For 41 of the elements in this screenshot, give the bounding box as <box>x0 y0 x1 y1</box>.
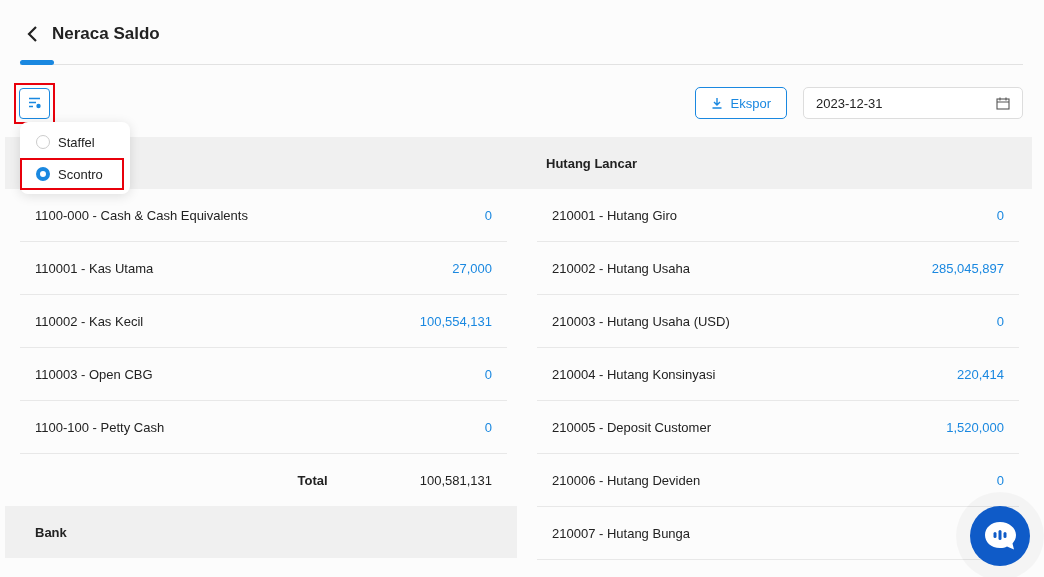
amount-link[interactable]: 220,414 <box>957 366 1004 382</box>
amount-link[interactable]: 1,520,000 <box>946 419 1004 435</box>
amount-link[interactable]: 0 <box>484 207 492 223</box>
section-title: Hutang Lancar <box>546 155 637 171</box>
account-name: 110001 - Kas Utama <box>35 260 154 276</box>
account-name: 110002 - Kas Kecil <box>35 313 144 329</box>
account-name: 210002 - Hutang Usaha <box>552 260 691 276</box>
amount-link[interactable]: 100,554,131 <box>419 313 492 329</box>
radio-button[interactable] <box>36 167 50 181</box>
account-name: 210004 - Hutang Konsinyasi <box>552 366 716 382</box>
amount-link[interactable]: 285,045,897 <box>931 260 1004 276</box>
account-name: 210007 - Hutang Bunga <box>552 525 691 541</box>
date-field[interactable]: 2023-12-31 <box>803 87 1023 119</box>
filter-settings-button[interactable] <box>19 87 50 119</box>
account-name: 110003 - Open CBG <box>35 366 153 382</box>
filter-settings-icon <box>27 97 42 109</box>
account-name: 210005 - Deposit Customer <box>552 419 711 435</box>
view-option[interactable]: Scontro <box>22 160 122 188</box>
amount-link[interactable]: 27,000 <box>452 260 492 276</box>
amount-link[interactable]: 0 <box>484 419 492 435</box>
view-option[interactable]: Staffel <box>22 128 122 156</box>
amount-link[interactable]: 0 <box>484 366 492 382</box>
export-button[interactable]: Ekspor <box>694 87 787 119</box>
chat-icon <box>983 520 1017 552</box>
amount-link[interactable]: 0 <box>996 207 1004 223</box>
amount-link[interactable]: 0 <box>996 313 1004 329</box>
calendar-icon <box>996 96 1010 110</box>
account-name: 210001 - Hutang Giro <box>552 207 678 223</box>
download-icon <box>710 97 723 109</box>
account-name: 210003 - Hutang Usaha (USD) <box>552 313 730 329</box>
chat-button[interactable] <box>970 506 1030 566</box>
amount-link[interactable]: 0 <box>996 472 1004 488</box>
total-label: Total <box>297 472 328 488</box>
radio-button[interactable] <box>36 135 50 149</box>
back-icon[interactable] <box>26 25 38 43</box>
total-amount: 100,581,131 <box>419 472 492 488</box>
section-title: Bank <box>35 524 67 540</box>
account-name: 1100-100 - Petty Cash <box>35 419 165 435</box>
account-name: 1100-000 - Cash & Cash Equivalents <box>35 207 248 223</box>
page-title: Neraca Saldo <box>52 24 160 44</box>
account-name: 210006 - Hutang Deviden <box>552 472 701 488</box>
